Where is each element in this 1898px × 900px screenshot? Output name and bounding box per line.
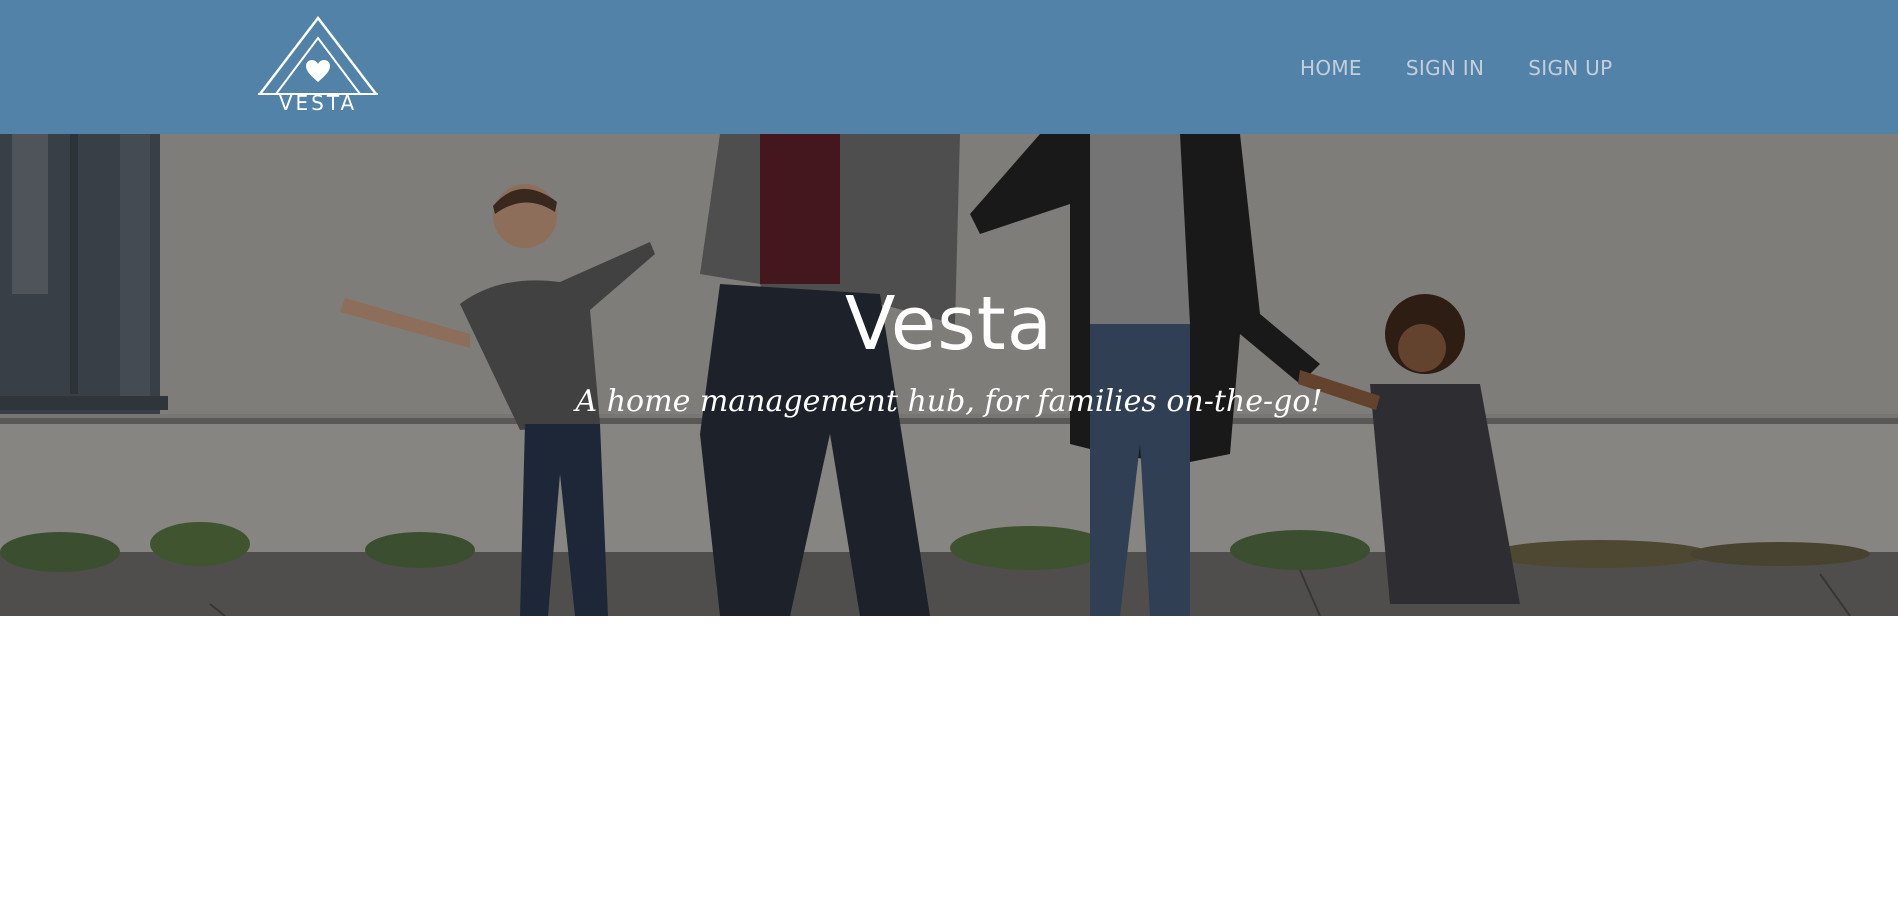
nav-home-link[interactable]: HOME [1300,54,1362,82]
house-heart-icon [258,16,378,95]
hero-banner: Vesta A home management hub, for familie… [0,134,1898,616]
logo-text: VESTA [278,91,358,115]
hero-subtitle: A home management hub, for families on-t… [575,384,1323,419]
hero-title: Vesta [844,281,1054,367]
navbar: VESTA HOME SIGN IN SIGN UP [0,0,1898,134]
hero-overlay [0,134,1898,616]
logo[interactable]: VESTA [258,16,378,118]
nav-sign-up-link[interactable]: SIGN UP [1528,54,1612,82]
nav-links: HOME SIGN IN SIGN UP [1300,54,1612,82]
nav-sign-in-link[interactable]: SIGN IN [1406,54,1484,82]
